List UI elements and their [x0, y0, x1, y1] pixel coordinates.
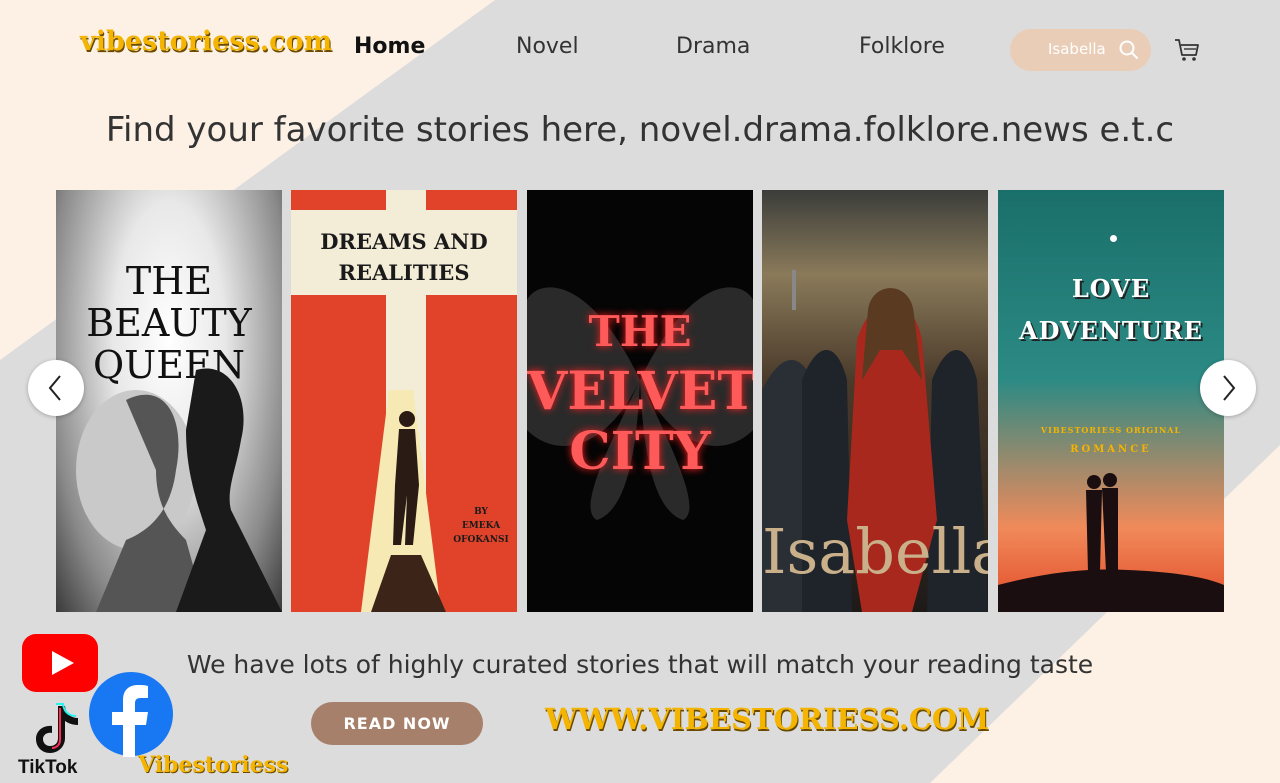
story-card[interactable]: LOVE ADVENTURE VIBESTORIESS ORIGINAL ROM…	[998, 190, 1224, 612]
card-title-line: LOVE	[1071, 274, 1151, 303]
cart-icon[interactable]	[1173, 36, 1201, 64]
search-box[interactable]: Isabella	[1010, 29, 1151, 71]
story-card[interactable]: THE VELVET CITY	[527, 190, 753, 612]
card-title-line: Isabella	[762, 515, 988, 588]
chevron-left-icon	[48, 375, 61, 401]
card-title-line: THE BEAUTY	[86, 259, 252, 345]
tiktok-icon[interactable]	[34, 703, 82, 755]
card-title-line: CITY	[569, 421, 711, 482]
carousel-prev-button[interactable]	[28, 360, 84, 416]
moon-icon	[1110, 235, 1117, 242]
site-logo[interactable]: vibestoriess.com	[80, 26, 332, 57]
social-handle: Vibestoriess	[138, 752, 289, 778]
search-input[interactable]: Isabella	[1048, 40, 1118, 58]
site-url-banner[interactable]: WWW.VIBESTORIESS.COM	[545, 702, 989, 736]
card-title-line: ADVENTURE	[1019, 316, 1203, 345]
nav-folklore[interactable]: Folklore	[859, 34, 945, 59]
author-line: OFOKANSI	[453, 535, 509, 545]
bottom-tagline: We have lots of highly curated stories t…	[186, 650, 1094, 679]
search-icon[interactable]	[1118, 39, 1140, 61]
card-title-line: THE	[588, 307, 692, 356]
nav-home[interactable]: Home	[354, 34, 425, 59]
nav-drama[interactable]: Drama	[676, 34, 750, 59]
chevron-right-icon	[1223, 375, 1236, 401]
couple-sunset-image	[998, 473, 1224, 612]
hero-tagline: Find your favorite stories here, novel.d…	[105, 110, 1175, 150]
card-title-line: VELVET	[527, 361, 753, 422]
card-title-line: DREAMS AND	[320, 229, 488, 254]
facebook-icon[interactable]	[88, 671, 174, 757]
nav-novel[interactable]: Novel	[516, 34, 579, 59]
carousel-next-button[interactable]	[1200, 360, 1256, 416]
story-card[interactable]: THE BEAUTY QUEEN	[56, 190, 282, 612]
tiktok-label: TikTok	[18, 757, 78, 778]
story-card[interactable]: DREAMS AND REALITIES BY EMEKA OFOKANSI	[291, 190, 517, 612]
story-carousel: THE BEAUTY QUEEN DREAMS AND REALITIES BY…	[56, 190, 1224, 612]
read-now-button[interactable]: READ NOW	[311, 702, 483, 745]
youtube-icon[interactable]	[22, 634, 98, 692]
site-header: vibestoriess.com Home Novel Drama Folklo…	[0, 0, 1280, 100]
card-subtitle-line: ROMANCE	[1070, 444, 1152, 455]
story-card[interactable]: Isabella	[762, 190, 988, 612]
walking-man-image	[371, 411, 446, 612]
couple-silhouette-image	[76, 368, 282, 612]
card-title-line: REALITIES	[338, 260, 470, 285]
card-subtitle-line: VIBESTORIESS ORIGINAL	[1040, 425, 1182, 435]
author-line: EMEKA	[461, 521, 501, 531]
author-line: BY	[474, 507, 488, 517]
